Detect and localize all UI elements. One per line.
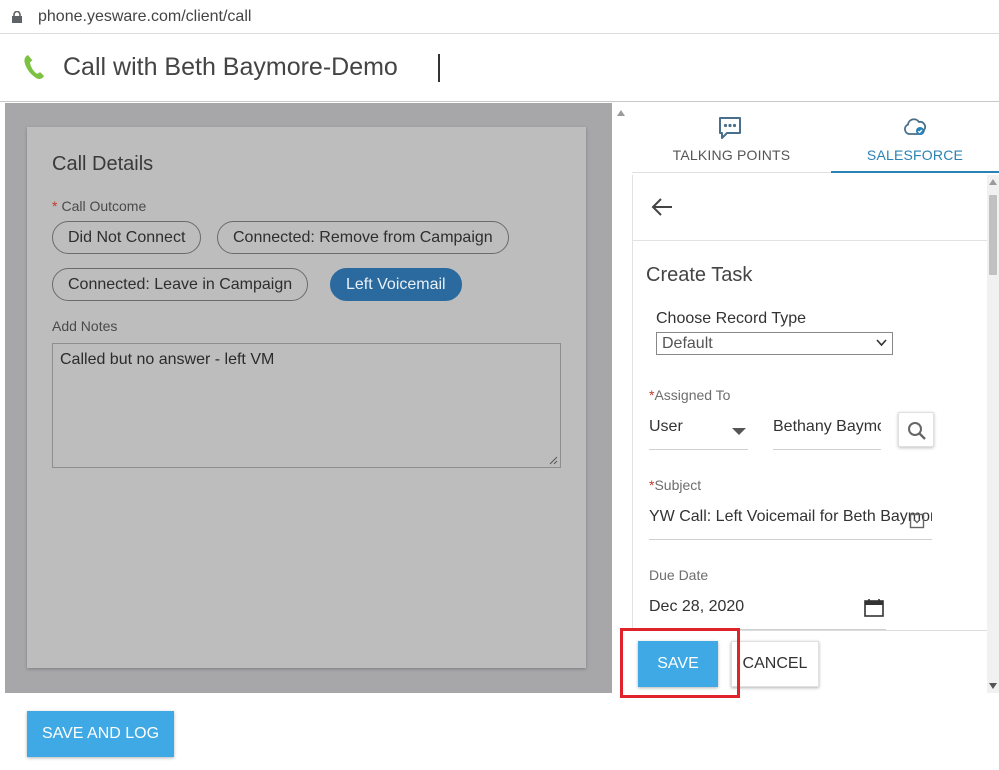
outcome-connected-remove-button[interactable]: Connected: Remove from Campaign <box>217 221 509 254</box>
panel-tabs: TALKING POINTS SALESFORCE <box>632 103 999 173</box>
assignee-input[interactable]: Bethany Baymore <box>773 418 881 450</box>
chevron-down-icon <box>876 339 887 347</box>
tab-talking-points[interactable]: TALKING POINTS <box>632 103 831 173</box>
browser-url-bar[interactable]: phone.yesware.com/client/call <box>0 0 999 34</box>
create-task-form: Create Task Choose Record Type Default *… <box>632 175 988 630</box>
text-cursor <box>438 54 440 82</box>
scroll-down-arrow-icon[interactable] <box>989 683 997 689</box>
call-outcome-label-text: Call Outcome <box>61 198 147 214</box>
save-and-log-button[interactable]: SAVE AND LOG <box>27 711 174 757</box>
call-outcome-label: * Call Outcome <box>52 198 146 214</box>
call-details-title: Call Details <box>52 153 154 175</box>
outcome-did-not-connect-button[interactable]: Did Not Connect <box>52 221 202 254</box>
chat-icon <box>719 117 741 139</box>
cancel-button[interactable]: CANCEL <box>731 641 819 687</box>
scroll-up-arrow-icon[interactable] <box>617 110 625 116</box>
assigned-to-label: *Assigned To <box>649 387 730 403</box>
required-mark: * <box>52 198 58 214</box>
page-title: Call with Beth Baymore-Demo <box>63 53 398 81</box>
search-icon <box>908 422 926 440</box>
assignee-type-select[interactable]: User <box>649 418 748 450</box>
phone-icon <box>24 55 44 80</box>
assignee-type-value: User <box>649 418 683 435</box>
outcome-left-voicemail-button[interactable]: Left Voicemail <box>330 268 462 301</box>
back-arrow-icon[interactable] <box>651 197 673 217</box>
record-type-value: Default <box>662 335 713 352</box>
record-type-select[interactable]: Default <box>656 332 893 355</box>
picklist-icon[interactable] <box>909 513 925 529</box>
create-task-title: Create Task <box>646 264 753 286</box>
tab-salesforce[interactable]: SALESFORCE <box>831 103 999 173</box>
lock-icon <box>12 11 22 23</box>
url-text[interactable]: phone.yesware.com/client/call <box>38 8 251 26</box>
notes-text: Called but no answer - left VM <box>60 351 275 368</box>
subject-input[interactable]: YW Call: Left Voicemail for Beth Baymore <box>649 508 932 540</box>
due-date-label: Due Date <box>649 567 709 583</box>
assignee-search-button[interactable] <box>898 412 934 447</box>
add-notes-label: Add Notes <box>52 318 118 334</box>
subject-label-text: Subject <box>654 477 702 493</box>
call-details-overlay: Call Details * Call Outcome Did Not Conne… <box>5 103 612 693</box>
subject-label: *Subject <box>649 477 701 493</box>
record-type-label: Choose Record Type <box>656 310 807 327</box>
form-action-bar: SAVE CANCEL <box>632 630 987 693</box>
back-row <box>633 175 988 241</box>
call-details-card: Call Details * Call Outcome Did Not Conne… <box>27 127 586 668</box>
scroll-up-arrow-icon[interactable] <box>989 179 997 185</box>
pane-scrollbar[interactable] <box>612 103 632 693</box>
save-button[interactable]: SAVE <box>638 641 718 687</box>
tab-salesforce-label: SALESFORCE <box>866 147 964 163</box>
calendar-icon[interactable] <box>864 599 884 617</box>
notes-textarea[interactable]: Called but no answer - left VM <box>52 343 561 468</box>
call-header: Call with Beth Baymore-Demo <box>0 34 999 102</box>
outcome-connected-leave-button[interactable]: Connected: Leave in Campaign <box>52 268 309 301</box>
salesforce-cloud-icon <box>904 118 926 135</box>
resize-handle-icon[interactable] <box>548 455 558 465</box>
form-scrollbar[interactable] <box>987 175 999 693</box>
scrollbar-thumb[interactable] <box>989 195 997 275</box>
tab-talking-points-label: TALKING POINTS <box>672 147 791 163</box>
due-date-input[interactable]: Dec 28, 2020 <box>649 598 886 630</box>
assigned-to-label-text: Assigned To <box>654 387 731 403</box>
right-panel: TALKING POINTS SALESFORCE Create Task Ch… <box>632 103 999 693</box>
dropdown-triangle-icon <box>732 428 746 435</box>
